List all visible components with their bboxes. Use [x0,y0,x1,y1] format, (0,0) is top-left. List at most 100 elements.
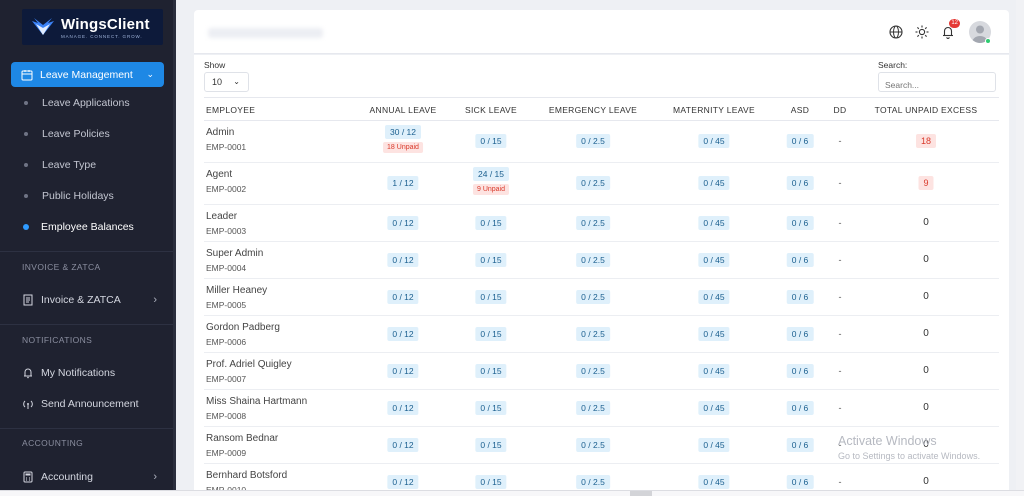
asd-balance: 0 / 6 [786,134,814,148]
annual-leave-balance: 0 / 12 [387,327,419,341]
sidebar-subitem[interactable]: Employee Balances [23,217,134,237]
employee-code: EMP-0001 [206,142,247,152]
annual-leave-balance: 0 / 12 [387,438,419,452]
horizontal-scrollbar-thumb[interactable] [630,491,652,496]
employee-code: EMP-0002 [206,184,247,194]
annual-leave-balance: 0 / 12 [387,364,419,378]
maternity-leave-balance: 0 / 45 [698,216,730,230]
dd-value: - [838,403,842,413]
page-size-value: 10 [212,77,223,87]
notification-count-badge: 12 [949,19,960,28]
sidebar-item-my-notifications[interactable]: My Notifications [22,363,157,383]
horizontal-scrollbar[interactable] [0,490,1024,496]
brand-name: WingsClient [61,15,150,33]
sidebar-subitem-label: Employee Balances [41,221,134,233]
annual-leave-balance: 0 / 12 [387,216,419,230]
annual-unpaid-badge: 18 Unpaid [383,142,423,153]
windows-activation-watermark: Activate Windows Go to Settings to activ… [838,434,980,461]
bullet-icon [24,194,28,198]
sidebar-item-invoice-zatca[interactable]: Invoice & ZATCA › [22,290,157,310]
maternity-leave-balance: 0 / 45 [698,253,730,267]
sidebar-subitem[interactable]: Leave Policies [24,124,110,144]
sick-leave-balance: 0 / 15 [475,327,507,341]
employee-name: Ransom Bednar [206,433,279,444]
annual-leave-balance: 30 / 12 [385,125,421,139]
emergency-leave-balance: 0 / 2.5 [576,253,610,267]
sidebar-subitem-label: Leave Applications [42,97,130,109]
wings-logo-icon [32,18,54,35]
sidebar-item-label: Send Announcement [41,398,139,410]
emergency-leave-balance: 0 / 2.5 [576,438,610,452]
column-header[interactable]: TOTAL UNPAID EXCESS [875,105,978,115]
bullet-icon [23,224,29,230]
sidebar-item-label: Accounting [41,471,93,483]
maternity-leave-balance: 0 / 45 [698,176,730,190]
employee-code: EMP-0008 [206,411,247,421]
unpaid-excess-value: 0 [923,328,929,339]
notifications-button[interactable]: 12 [941,19,960,39]
column-header[interactable]: MATERNITY LEAVE [673,105,755,115]
section-title-accounting: ACCOUNTING [22,438,84,448]
column-header[interactable]: EMERGENCY LEAVE [549,105,637,115]
sidebar-item-send-announcement[interactable]: Send Announcement [22,394,157,414]
table-row: Gordon Padberg EMP-0006 0 / 12 0 / 15 0 / 2.… [204,316,999,353]
emergency-leave-balance: 0 / 2.5 [576,327,610,341]
sidebar-subitem[interactable]: Public Holidays [24,186,114,206]
sidebar-scrollbar[interactable] [173,0,176,496]
column-header[interactable]: DD [834,105,847,115]
table-row: Miss Shaina Hartmann EMP-0008 0 / 12 0 / 15… [204,390,999,427]
sick-leave-balance: 0 / 15 [475,134,507,148]
menu-leave-management[interactable]: Leave Management ⌄ [11,62,164,87]
emergency-leave-balance: 0 / 2.5 [576,176,610,190]
bullet-icon [24,132,28,136]
unpaid-excess-value: 0 [923,291,929,302]
employee-name: Prof. Adriel Quigley [206,359,292,370]
sidebar-subitem[interactable]: Leave Type [24,155,96,175]
annual-leave-balance: 1 / 12 [387,176,419,190]
online-status-dot [985,38,991,44]
calculator-icon [23,471,33,483]
show-label: Show [204,60,226,70]
sidebar-item-label: Invoice & ZATCA [41,294,121,306]
column-header[interactable]: SICK LEAVE [465,105,517,115]
dd-value: - [838,136,842,146]
sidebar-divider [0,428,176,429]
sun-icon[interactable] [915,25,929,39]
brand-tagline: MANAGE. CONNECT. GROW. [61,33,143,39]
maternity-leave-balance: 0 / 45 [698,364,730,378]
page-size-select[interactable]: 10 ⌄ [204,72,249,92]
unpaid-excess-badge: 18 [915,134,937,148]
sidebar-subitem[interactable]: Leave Applications [24,93,130,113]
unpaid-excess-value: 0 [923,476,929,487]
dd-value: - [838,329,842,339]
maternity-leave-balance: 0 / 45 [698,290,730,304]
sidebar-item-accounting[interactable]: Accounting › [22,467,157,487]
employee-code: EMP-0004 [206,263,247,273]
chevron-down-icon: ⌄ [233,77,240,86]
sidebar-subitem-label: Leave Type [42,159,97,171]
column-header[interactable]: EMPLOYEE [206,105,255,115]
sidebar-item-label: My Notifications [41,367,116,379]
search-input[interactable] [878,72,996,92]
table-row: Prof. Adriel Quigley EMP-0007 0 / 12 0 / 15… [204,353,999,390]
sick-leave-balance: 0 / 15 [475,364,507,378]
column-header[interactable]: ASD [791,105,809,115]
asd-balance: 0 / 6 [786,176,814,190]
asd-balance: 0 / 6 [786,438,814,452]
column-header[interactable]: ANNUAL LEAVE [370,105,437,115]
menu-leave-management-label: Leave Management [40,68,133,81]
emergency-leave-balance: 0 / 2.5 [576,401,610,415]
sidebar: WingsClient MANAGE. CONNECT. GROW. Leave… [0,0,176,496]
chevron-right-icon: › [153,471,157,483]
annual-leave-balance: 0 / 12 [387,290,419,304]
globe-icon[interactable] [889,25,903,39]
employee-code: EMP-0006 [206,337,247,347]
page-scrollbar[interactable] [1016,0,1024,496]
table-row: Super Admin EMP-0004 0 / 12 0 / 15 0 / 2.5 0 … [204,242,999,279]
brand-logo[interactable]: WingsClient MANAGE. CONNECT. GROW. [22,9,163,45]
unpaid-excess-value: 0 [923,217,929,228]
sidebar-subitem-label: Leave Policies [42,128,110,140]
watermark-line2: Go to Settings to activate Windows. [838,451,981,461]
watermark-line1: Activate Windows [838,434,937,448]
table-row: Admin EMP-0001 30 / 12 18 Unpaid 0 / 15 0 / 2… [204,121,999,163]
